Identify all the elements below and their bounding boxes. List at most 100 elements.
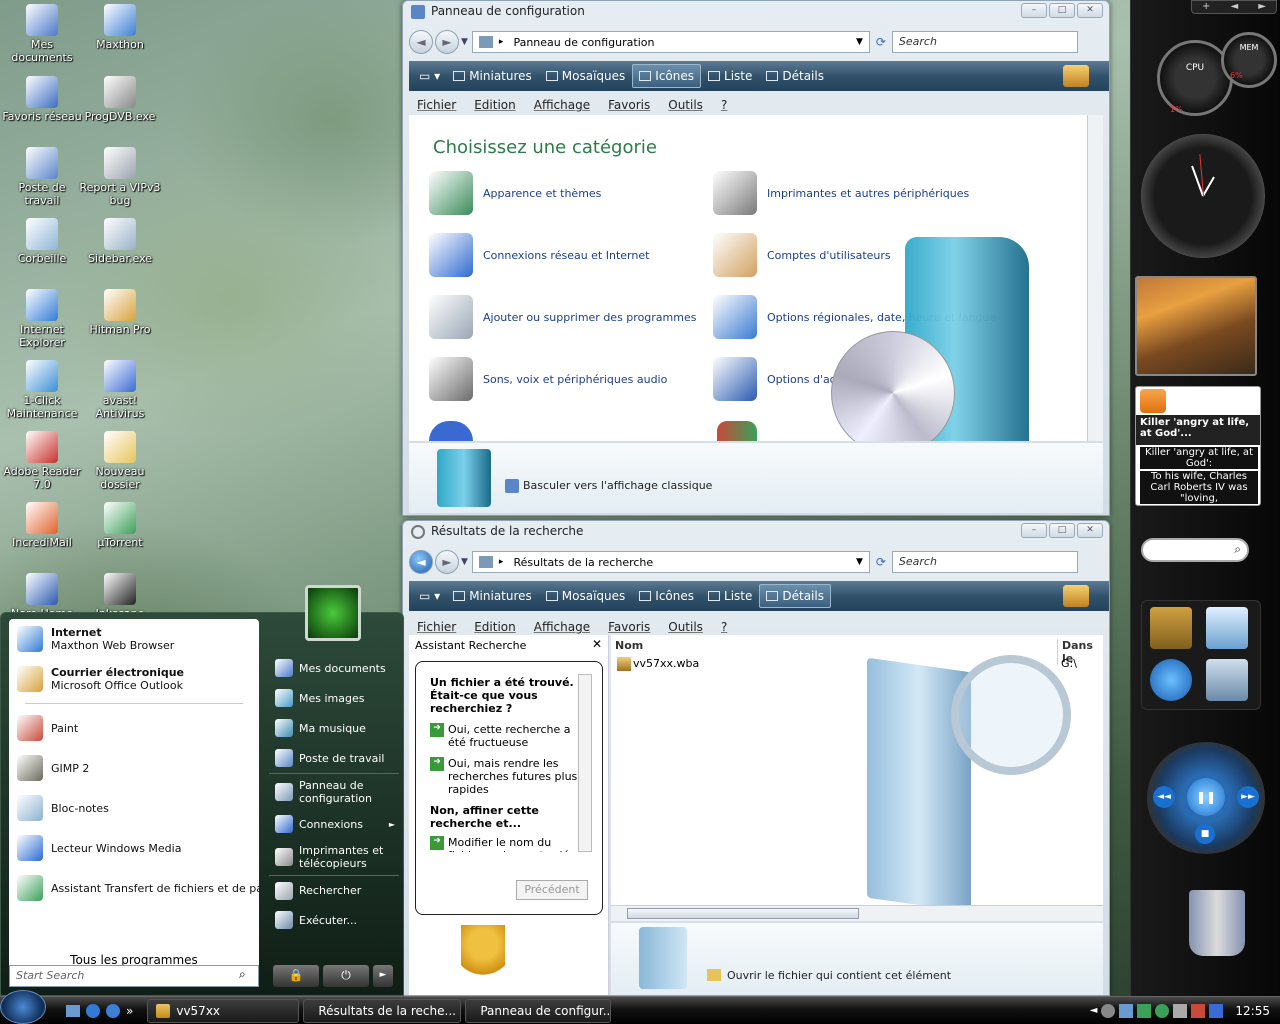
menu-fichier[interactable]: Fichier xyxy=(417,620,456,634)
maximize-button[interactable]: □ xyxy=(1049,523,1075,538)
view-mosaiques-button[interactable]: Mosaïques xyxy=(539,584,633,608)
tray-update-icon[interactable] xyxy=(1209,1003,1224,1018)
desktop-icon-adobe-reader-7-0[interactable]: Adobe Reader 7.0 xyxy=(0,431,84,491)
vertical-scrollbar[interactable] xyxy=(1087,115,1103,441)
minimize-button[interactable]: – xyxy=(1021,523,1047,538)
tray-volume-icon[interactable] xyxy=(1173,1003,1188,1018)
slideshow-gadget[interactable] xyxy=(1135,276,1257,376)
address-dropdown-icon[interactable]: ▼ xyxy=(856,37,863,47)
tray-settings-icon[interactable] xyxy=(1101,1003,1116,1018)
desktop-icon-avast-antivirus[interactable]: avast! Antivirus xyxy=(78,360,162,420)
clock-gadget[interactable] xyxy=(1141,134,1265,258)
internet-explorer-icon[interactable] xyxy=(1150,659,1192,701)
desktop-icon-report-a-vipv3-bug[interactable]: Report a VIPv3 bug xyxy=(78,147,162,207)
clock[interactable]: 12:55 xyxy=(1235,1004,1270,1018)
stop-icon[interactable]: ■ xyxy=(1195,824,1215,844)
shutdown-options-arrow[interactable]: ► xyxy=(373,965,393,987)
menu-help[interactable]: ? xyxy=(721,98,727,112)
option-yes-faster[interactable]: Oui, mais rendre les recherches futures … xyxy=(448,757,578,796)
view-icones-button[interactable]: Icônes xyxy=(632,64,702,88)
view-mosaiques-button[interactable]: Mosaïques xyxy=(539,64,633,88)
help-icon[interactable] xyxy=(1063,65,1089,87)
balloon-scrollbar[interactable] xyxy=(578,674,592,852)
feed-headline[interactable]: Killer 'angry at life, at God'... xyxy=(1136,415,1260,445)
recent-pages-icon[interactable]: ▼ xyxy=(461,557,468,567)
media-player-gadget[interactable]: ❚❚ ◄◄ ►► ■ xyxy=(1147,742,1265,854)
address-dropdown-icon[interactable]: ▼ xyxy=(856,557,863,567)
taskbar-task-panneau-de-configur[interactable]: Panneau de configur... xyxy=(465,998,612,1023)
start-place-rechercher[interactable]: Rechercher xyxy=(269,875,399,905)
desktop-icon-progdvb-exe[interactable]: ProgDVB.exe xyxy=(78,76,162,123)
notepad-icon[interactable] xyxy=(1206,607,1248,649)
view-liste-button[interactable]: Liste xyxy=(701,64,759,88)
close-button[interactable]: ✕ xyxy=(1077,3,1103,18)
desktop-icon-1-click-maintenance[interactable]: 1-Click Maintenance xyxy=(0,360,84,420)
control-panel-titlebar[interactable]: Panneau de configuration – □ ✕ xyxy=(403,1,1109,23)
option-yes[interactable]: Oui, cette recherche a été fructueuse xyxy=(448,723,578,749)
classic-view-link[interactable]: Basculer vers l'affichage classique xyxy=(523,479,712,492)
start-recent-bloc-notes[interactable]: Bloc-notes xyxy=(9,788,259,828)
sidebar-add-icon[interactable]: + xyxy=(1202,1,1210,13)
paint-brushes-icon[interactable] xyxy=(1150,607,1192,649)
close-button[interactable]: ✕ xyxy=(1077,523,1103,538)
view-icones-button[interactable]: Icônes xyxy=(632,584,701,608)
refresh-icon[interactable]: ⟳ xyxy=(870,555,892,569)
start-search-input[interactable]: Start Search xyxy=(9,965,259,987)
lock-button[interactable]: 🔒 xyxy=(273,965,319,987)
view-miniatures-button[interactable]: Miniatures xyxy=(446,584,539,608)
maxthon-icon[interactable] xyxy=(106,1003,120,1018)
start-pinned-courrier-electronique[interactable]: Courrier électronique Microsoft Office Ou… xyxy=(9,659,259,699)
desktop-icon-torrent[interactable]: µTorrent xyxy=(78,502,162,549)
menu-edition[interactable]: Edition xyxy=(474,98,516,112)
forward-button[interactable]: ► xyxy=(435,30,459,54)
start-place-ma-musique[interactable]: Ma musique xyxy=(269,713,399,743)
back-button[interactable]: ◄ xyxy=(409,30,433,54)
mem-meter-gadget[interactable]: MEM 6% xyxy=(1221,32,1277,88)
option-modify[interactable]: Modifier le nom du fichier ou les mots-c… xyxy=(448,836,578,852)
search-dog-icon[interactable] xyxy=(461,925,505,989)
desktop-icon-sidebar-exe[interactable]: Sidebar.exe xyxy=(78,218,162,265)
menu-favoris[interactable]: Favoris xyxy=(608,620,650,634)
recent-pages-icon[interactable]: ▼ xyxy=(461,37,468,47)
search-input[interactable]: Search xyxy=(891,31,1078,53)
start-pinned-internet[interactable]: Internet Maxthon Web Browser xyxy=(9,619,259,659)
taskbar-task-vv57xx[interactable]: vv57xx xyxy=(147,998,300,1023)
desktop-icon-nouveau-dossier[interactable]: Nouveau dossier xyxy=(78,431,162,491)
desktop-icon-corbeille[interactable]: Corbeille xyxy=(0,218,84,265)
view-details-button[interactable]: Détails xyxy=(759,64,831,88)
address-bar[interactable]: ▸ Résultats de la recherche ▼ xyxy=(471,551,870,573)
desktop-icon-hitman-pro[interactable]: Hitman Pro xyxy=(78,289,162,336)
search-input[interactable]: Search xyxy=(891,551,1078,573)
start-search-icon[interactable]: ⌕ xyxy=(239,967,246,982)
search-gadget[interactable]: ⌕ xyxy=(1141,538,1249,562)
start-place-mes-images[interactable]: Mes images xyxy=(269,683,399,713)
start-recent-assistant-transfert-de-fichiers-et-de-parametres[interactable]: Assistant Transfert de fichiers et de pa… xyxy=(9,868,259,908)
scrollbar-thumb[interactable] xyxy=(627,908,859,919)
menu-affichage[interactable]: Affichage xyxy=(534,620,590,634)
tray-security-icon[interactable] xyxy=(1137,1003,1152,1018)
pause-icon[interactable]: ❚❚ xyxy=(1187,778,1225,816)
maximize-button[interactable]: □ xyxy=(1049,3,1075,18)
back-button[interactable]: ◄ xyxy=(409,550,433,574)
menu-favoris[interactable]: Favoris xyxy=(608,98,650,112)
desktop-icon-incredimail[interactable]: IncrediMail xyxy=(0,502,84,549)
tray-antivirus-icon[interactable] xyxy=(1191,1003,1206,1018)
desktop-icon-maxthon[interactable]: Maxthon xyxy=(78,4,162,51)
user-picture[interactable] xyxy=(305,585,361,641)
category-ajouter-ou-supprimer-des-programmes[interactable]: Ajouter ou supprimer des programmes xyxy=(429,295,696,339)
menu-affichage[interactable]: Affichage xyxy=(534,98,590,112)
tray-network-icon[interactable] xyxy=(1119,1003,1134,1018)
desktop-icon-mes-documents[interactable]: Mes documents xyxy=(0,4,84,64)
help-icon[interactable] xyxy=(1063,585,1089,607)
menu-outils[interactable]: Outils xyxy=(668,620,703,634)
desktop-icon-poste-de-travail[interactable]: Poste de travail xyxy=(0,147,84,207)
quick-launch-overflow[interactable]: » xyxy=(126,1004,133,1018)
minimize-button[interactable]: – xyxy=(1021,3,1047,18)
desktop-icon-favoris-reseau[interactable]: Favoris réseau xyxy=(0,76,84,123)
view-details-button[interactable]: Détails xyxy=(759,584,831,608)
start-place-poste-de-travail[interactable]: Poste de travail xyxy=(269,743,399,773)
computer-icon[interactable] xyxy=(1206,659,1248,701)
category-comptes-d-utilisateurs[interactable]: Comptes d'utilisateurs xyxy=(713,233,891,277)
view-miniatures-button[interactable]: Miniatures xyxy=(446,64,539,88)
start-button[interactable] xyxy=(0,989,46,1024)
